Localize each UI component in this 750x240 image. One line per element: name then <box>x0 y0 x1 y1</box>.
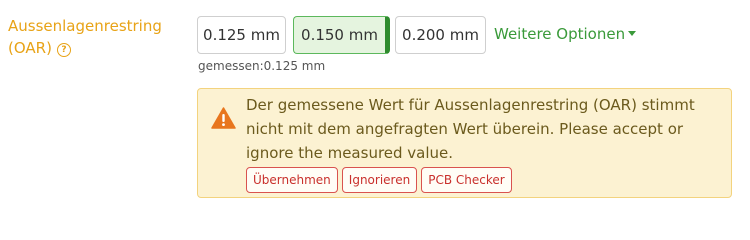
field-label-text: Aussenlagenrestring (OAR) <box>8 17 162 57</box>
field-label: Aussenlagenrestring (OAR)? <box>8 15 183 59</box>
warning-alert: Der gemessene Wert für Aussenlagenrestri… <box>197 88 732 198</box>
accept-button[interactable]: Übernehmen <box>246 167 338 193</box>
option-0-150mm-selected[interactable]: 0.150 mm <box>293 16 390 54</box>
alert-actions: Übernehmen Ignorieren PCB Checker <box>246 167 516 193</box>
option-0-200mm[interactable]: 0.200 mm <box>395 16 486 54</box>
more-options-label: Weitere Optionen <box>494 25 626 43</box>
warning-triangle-icon <box>211 107 236 129</box>
option-0-125mm[interactable]: 0.125 mm <box>197 16 286 54</box>
alert-message: Der gemessene Wert für Aussenlagenrestri… <box>246 96 695 162</box>
ignore-button[interactable]: Ignorieren <box>341 167 418 193</box>
question-circle-icon[interactable]: ? <box>56 43 71 57</box>
pcb-checker-button[interactable]: PCB Checker <box>421 167 512 193</box>
measured-value: gemessen:0.125 mm <box>198 59 326 73</box>
caret-down-icon <box>628 31 637 36</box>
more-options-dropdown[interactable]: Weitere Optionen <box>494 24 637 44</box>
